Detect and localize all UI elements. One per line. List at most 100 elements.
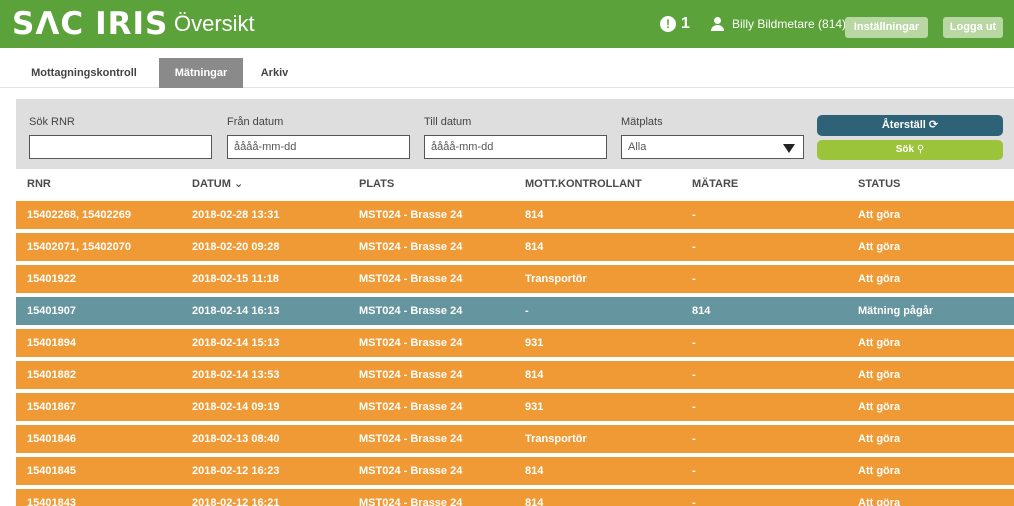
cell-mott-kontrollant: - [525, 305, 529, 317]
reset-button[interactable]: Återställ ⟳ [817, 115, 1003, 136]
tab-mottagningskontroll[interactable]: Mottagningskontroll [20, 58, 148, 88]
logo-sac: SΛC [12, 6, 85, 42]
cell-datum: 2018-02-20 09:28 [192, 241, 280, 253]
column-status[interactable]: STATUS [858, 169, 900, 200]
cell-plats: MST024 - Brasse 24 [359, 209, 463, 221]
rnr-label: Sök RNR [29, 116, 75, 128]
user-name: Billy Bildmetare (814) [732, 17, 847, 31]
logo-iris: IRIS [95, 6, 169, 42]
cell-plats: MST024 - Brasse 24 [359, 273, 463, 285]
table-header: RNR DATUM ⌄ PLATS MOTT.KONTROLLANT MÄTAR… [16, 169, 1014, 200]
cell-matare: 814 [692, 305, 711, 317]
cell-plats: MST024 - Brasse 24 [359, 465, 463, 477]
cell-matare: - [692, 497, 696, 506]
cell-mott-kontrollant: 931 [525, 401, 544, 413]
cell-rnr: 15401843 [27, 497, 76, 506]
alert-indicator[interactable]: ! 1 [660, 14, 690, 34]
cell-plats: MST024 - Brasse 24 [359, 433, 463, 445]
cell-matare: - [692, 433, 696, 445]
cell-plats: MST024 - Brasse 24 [359, 369, 463, 381]
column-mott-kontrollant[interactable]: MOTT.KONTROLLANT [525, 169, 642, 200]
cell-rnr: 15402071, 15402070 [27, 241, 131, 253]
cell-status: Att göra [858, 433, 901, 445]
exclamation-icon: ! [660, 16, 676, 32]
cell-status: Att göra [858, 273, 901, 285]
cell-datum: 2018-02-28 13:31 [192, 209, 280, 221]
table-row[interactable]: 15401894 2018-02-14 15:13 MST024 - Brasse … [16, 329, 1014, 357]
cell-datum: 2018-02-12 16:23 [192, 465, 280, 477]
cell-status: Att göra [858, 401, 901, 413]
cell-datum: 2018-02-12 16:21 [192, 497, 280, 506]
cell-matare: - [692, 465, 696, 477]
cell-plats: MST024 - Brasse 24 [359, 241, 463, 253]
cell-status: Att göra [858, 369, 901, 381]
cell-datum: 2018-02-14 16:13 [192, 305, 280, 317]
cell-datum: 2018-02-14 15:13 [192, 337, 280, 349]
alert-count: 1 [681, 15, 690, 32]
column-rnr[interactable]: RNR [27, 169, 51, 200]
table-row[interactable]: 15401867 2018-02-14 09:19 MST024 - Brasse … [16, 393, 1014, 421]
cell-matare: - [692, 337, 696, 349]
table-row[interactable]: 15401845 2018-02-12 16:23 MST024 - Brasse … [16, 457, 1014, 485]
user-icon [711, 17, 724, 31]
column-matare[interactable]: MÄTARE [692, 169, 738, 200]
cell-datum: 2018-02-13 08:40 [192, 433, 280, 445]
cell-mott-kontrollant: Transportör [525, 433, 587, 445]
cell-datum: 2018-02-14 13:53 [192, 369, 280, 381]
cell-mott-kontrollant: 814 [525, 241, 544, 253]
table-row[interactable]: 15402071, 15402070 2018-02-20 09:28 MST024… [16, 233, 1014, 261]
cell-rnr: 15402268, 15402269 [27, 209, 131, 221]
page-title: Översikt [174, 11, 255, 36]
cell-plats: MST024 - Brasse 24 [359, 337, 463, 349]
cell-mott-kontrollant: 814 [525, 465, 544, 477]
logout-button[interactable]: Logga ut [943, 17, 1003, 38]
cell-mott-kontrollant: 814 [525, 209, 544, 221]
top-bar: SΛC IRIS Översikt ! 1 Billy Bildmetare (… [0, 0, 1014, 48]
place-label: Mätplats [621, 116, 663, 128]
cell-datum: 2018-02-15 11:18 [192, 273, 279, 285]
cell-rnr: 15401882 [27, 369, 76, 381]
cell-plats: MST024 - Brasse 24 [359, 305, 463, 317]
table-row[interactable]: 15402268, 15402269 2018-02-28 13:31 MST024… [16, 201, 1014, 229]
cell-mott-kontrollant: 814 [525, 369, 544, 381]
cell-datum: 2018-02-14 09:19 [192, 401, 280, 413]
tab-arkiv[interactable]: Arkiv [252, 58, 297, 88]
from-date-input[interactable]: åååå-mm-dd [227, 135, 410, 159]
cell-status: Att göra [858, 241, 901, 253]
column-plats[interactable]: PLATS [359, 169, 394, 200]
table-row[interactable]: 15401846 2018-02-13 08:40 MST024 - Brasse … [16, 425, 1014, 453]
table-row[interactable]: 15401922 2018-02-15 11:18 MST024 - Brasse … [16, 265, 1014, 293]
user-info[interactable]: Billy Bildmetare (814) [711, 15, 846, 33]
cell-status: Att göra [858, 465, 901, 477]
cell-matare: - [692, 241, 696, 253]
cell-rnr: 15401907 [27, 305, 76, 317]
cell-mott-kontrollant: 931 [525, 337, 544, 349]
settings-button[interactable]: Inställningar [845, 17, 928, 38]
to-date-input[interactable]: åååå-mm-dd [424, 135, 607, 159]
place-select[interactable]: Alla [621, 135, 804, 159]
cell-mott-kontrollant: 814 [525, 497, 544, 506]
rnr-search-input[interactable] [29, 135, 212, 159]
column-datum[interactable]: DATUM ⌄ [192, 169, 243, 200]
cell-plats: MST024 - Brasse 24 [359, 497, 463, 506]
from-date-label: Från datum [227, 116, 284, 128]
table-row[interactable]: 15401843 2018-02-12 16:21 MST024 - Brasse … [16, 489, 1014, 506]
cell-matare: - [692, 209, 696, 221]
place-select-value: Alla [628, 141, 647, 153]
cell-rnr: 15401845 [27, 465, 76, 477]
dropdown-arrow-icon [783, 144, 795, 153]
to-date-label: Till datum [424, 116, 472, 128]
cell-rnr: 15401846 [27, 433, 76, 445]
table-row[interactable]: 15401907 2018-02-14 16:13 MST024 - Brasse … [16, 297, 1014, 325]
cell-matare: - [692, 369, 696, 381]
cell-rnr: 15401894 [27, 337, 76, 349]
cell-rnr: 15401922 [27, 273, 76, 285]
cell-plats: MST024 - Brasse 24 [359, 401, 463, 413]
table-row[interactable]: 15401882 2018-02-14 13:53 MST024 - Brasse … [16, 361, 1014, 389]
cell-status: Att göra [858, 209, 901, 221]
tab-matningar[interactable]: Mätningar [159, 58, 243, 88]
cell-rnr: 15401867 [27, 401, 76, 413]
search-button[interactable]: Sök ⚲ [817, 140, 1003, 160]
cell-status: Att göra [858, 497, 901, 506]
cell-status: Att göra [858, 337, 901, 349]
